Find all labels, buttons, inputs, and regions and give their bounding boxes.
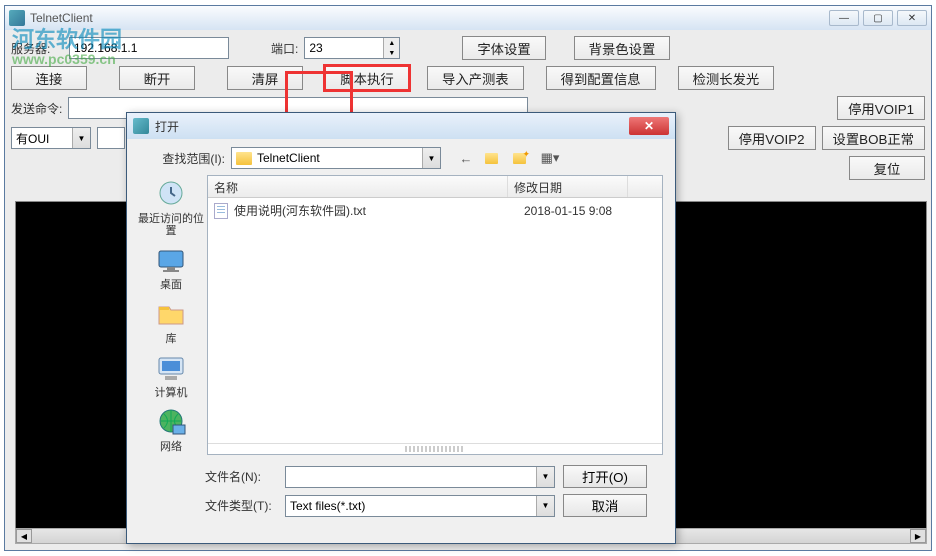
small-input[interactable] <box>97 127 125 149</box>
app-icon <box>9 10 25 26</box>
file-name: 使用说明(河东软件园).txt <box>234 202 524 219</box>
dialog-close-button[interactable]: ✕ <box>629 117 669 135</box>
titlebar[interactable]: TelnetClient — ▢ ✕ <box>5 6 931 30</box>
clear-button[interactable]: 清屏 <box>227 66 303 90</box>
stop-voip1-button[interactable]: 停用VOIP1 <box>837 96 925 120</box>
dialog-icon <box>133 118 149 134</box>
scroll-right-icon[interactable]: ▶ <box>910 529 926 543</box>
chevron-down-icon: ▼ <box>536 496 554 516</box>
bg-settings-button[interactable]: 背景色设置 <box>574 36 671 60</box>
dialog-title: 打开 <box>155 118 179 135</box>
set-bob-button[interactable]: 设置BOB正常 <box>822 126 925 150</box>
port-label: 端口: <box>271 40 298 57</box>
up-folder-button[interactable] <box>485 149 503 167</box>
connect-button[interactable]: 连接 <box>11 66 87 90</box>
server-label: 服务器: <box>11 40 63 57</box>
spin-up-icon[interactable]: ▲ <box>384 38 399 48</box>
detect-long-light-button[interactable]: 检测长发光 <box>678 66 775 90</box>
maximize-button[interactable]: ▢ <box>863 10 893 26</box>
port-spinner[interactable]: 23 ▲▼ <box>304 37 400 59</box>
place-network[interactable]: 网络 <box>153 407 189 453</box>
lookin-value: TelnetClient <box>257 151 320 165</box>
app-title: TelnetClient <box>30 11 93 25</box>
place-computer-label: 计算机 <box>155 387 188 399</box>
minimize-button[interactable]: — <box>829 10 859 26</box>
new-folder-button[interactable]: ✦ <box>513 149 531 167</box>
filetype-label: 文件类型(T): <box>205 497 277 514</box>
col-date[interactable]: 修改日期 <box>508 176 628 197</box>
place-network-label: 网络 <box>160 441 182 453</box>
place-desktop-label: 桌面 <box>160 279 182 291</box>
reset-button[interactable]: 复位 <box>849 156 925 180</box>
stop-voip2-button[interactable]: 停用VOIP2 <box>728 126 816 150</box>
place-computer[interactable]: 计算机 <box>153 353 189 399</box>
filename-combo[interactable]: ▼ <box>285 466 555 488</box>
oui-select[interactable]: 有OUI ▼ <box>11 127 91 149</box>
cancel-button[interactable]: 取消 <box>563 494 647 517</box>
spin-down-icon[interactable]: ▼ <box>384 48 399 58</box>
file-row[interactable]: 使用说明(河东软件园).txt 2018-01-15 9:08 <box>208 198 662 223</box>
send-cmd-label: 发送命令: <box>11 100 62 117</box>
back-button[interactable]: ← <box>457 149 475 167</box>
places-bar: 最近访问的位置 桌面 库 计算机 网络 <box>135 175 207 455</box>
close-button[interactable]: ✕ <box>897 10 927 26</box>
file-list-header[interactable]: 名称 修改日期 <box>208 176 662 198</box>
font-settings-button[interactable]: 字体设置 <box>462 36 545 60</box>
get-config-button[interactable]: 得到配置信息 <box>546 66 656 90</box>
file-date: 2018-01-15 9:08 <box>524 204 612 218</box>
open-button[interactable]: 打开(O) <box>563 465 647 488</box>
place-libraries-label: 库 <box>166 333 177 345</box>
chevron-down-icon: ▼ <box>72 128 90 148</box>
scroll-left-icon[interactable]: ◀ <box>16 529 32 543</box>
file-list[interactable]: 名称 修改日期 使用说明(河东软件园).txt 2018-01-15 9:08 <box>207 175 663 455</box>
disconnect-button[interactable]: 断开 <box>119 66 195 90</box>
open-file-dialog: 打开 ✕ 查找范围(I): TelnetClient ▼ ← ✦ ▦▾ 最近访问… <box>126 112 676 544</box>
filename-label: 文件名(N): <box>205 468 277 485</box>
oui-value: 有OUI <box>16 130 49 147</box>
lookin-label: 查找范围(I): <box>135 150 225 167</box>
text-file-icon <box>214 203 228 219</box>
dialog-titlebar[interactable]: 打开 ✕ <box>127 113 675 139</box>
import-test-button[interactable]: 导入产测表 <box>427 66 524 90</box>
place-desktop[interactable]: 桌面 <box>153 245 189 291</box>
chevron-down-icon: ▼ <box>422 148 440 168</box>
script-exec-button[interactable]: 脚本执行 <box>325 66 409 90</box>
place-recent-label: 最近访问的位置 <box>135 213 207 237</box>
server-input[interactable] <box>69 37 229 59</box>
filetype-combo[interactable]: Text files(*.txt) ▼ <box>285 495 555 517</box>
list-splitter-icon[interactable] <box>405 446 465 452</box>
place-libraries[interactable]: 库 <box>153 299 189 345</box>
chevron-down-icon: ▼ <box>536 467 554 487</box>
place-recent[interactable]: 最近访问的位置 <box>135 179 207 237</box>
folder-icon <box>236 152 252 165</box>
lookin-combo[interactable]: TelnetClient ▼ <box>231 147 441 169</box>
view-menu-button[interactable]: ▦▾ <box>541 149 559 167</box>
port-value: 23 <box>305 38 383 58</box>
col-name[interactable]: 名称 <box>208 176 508 197</box>
filetype-value: Text files(*.txt) <box>290 499 365 513</box>
